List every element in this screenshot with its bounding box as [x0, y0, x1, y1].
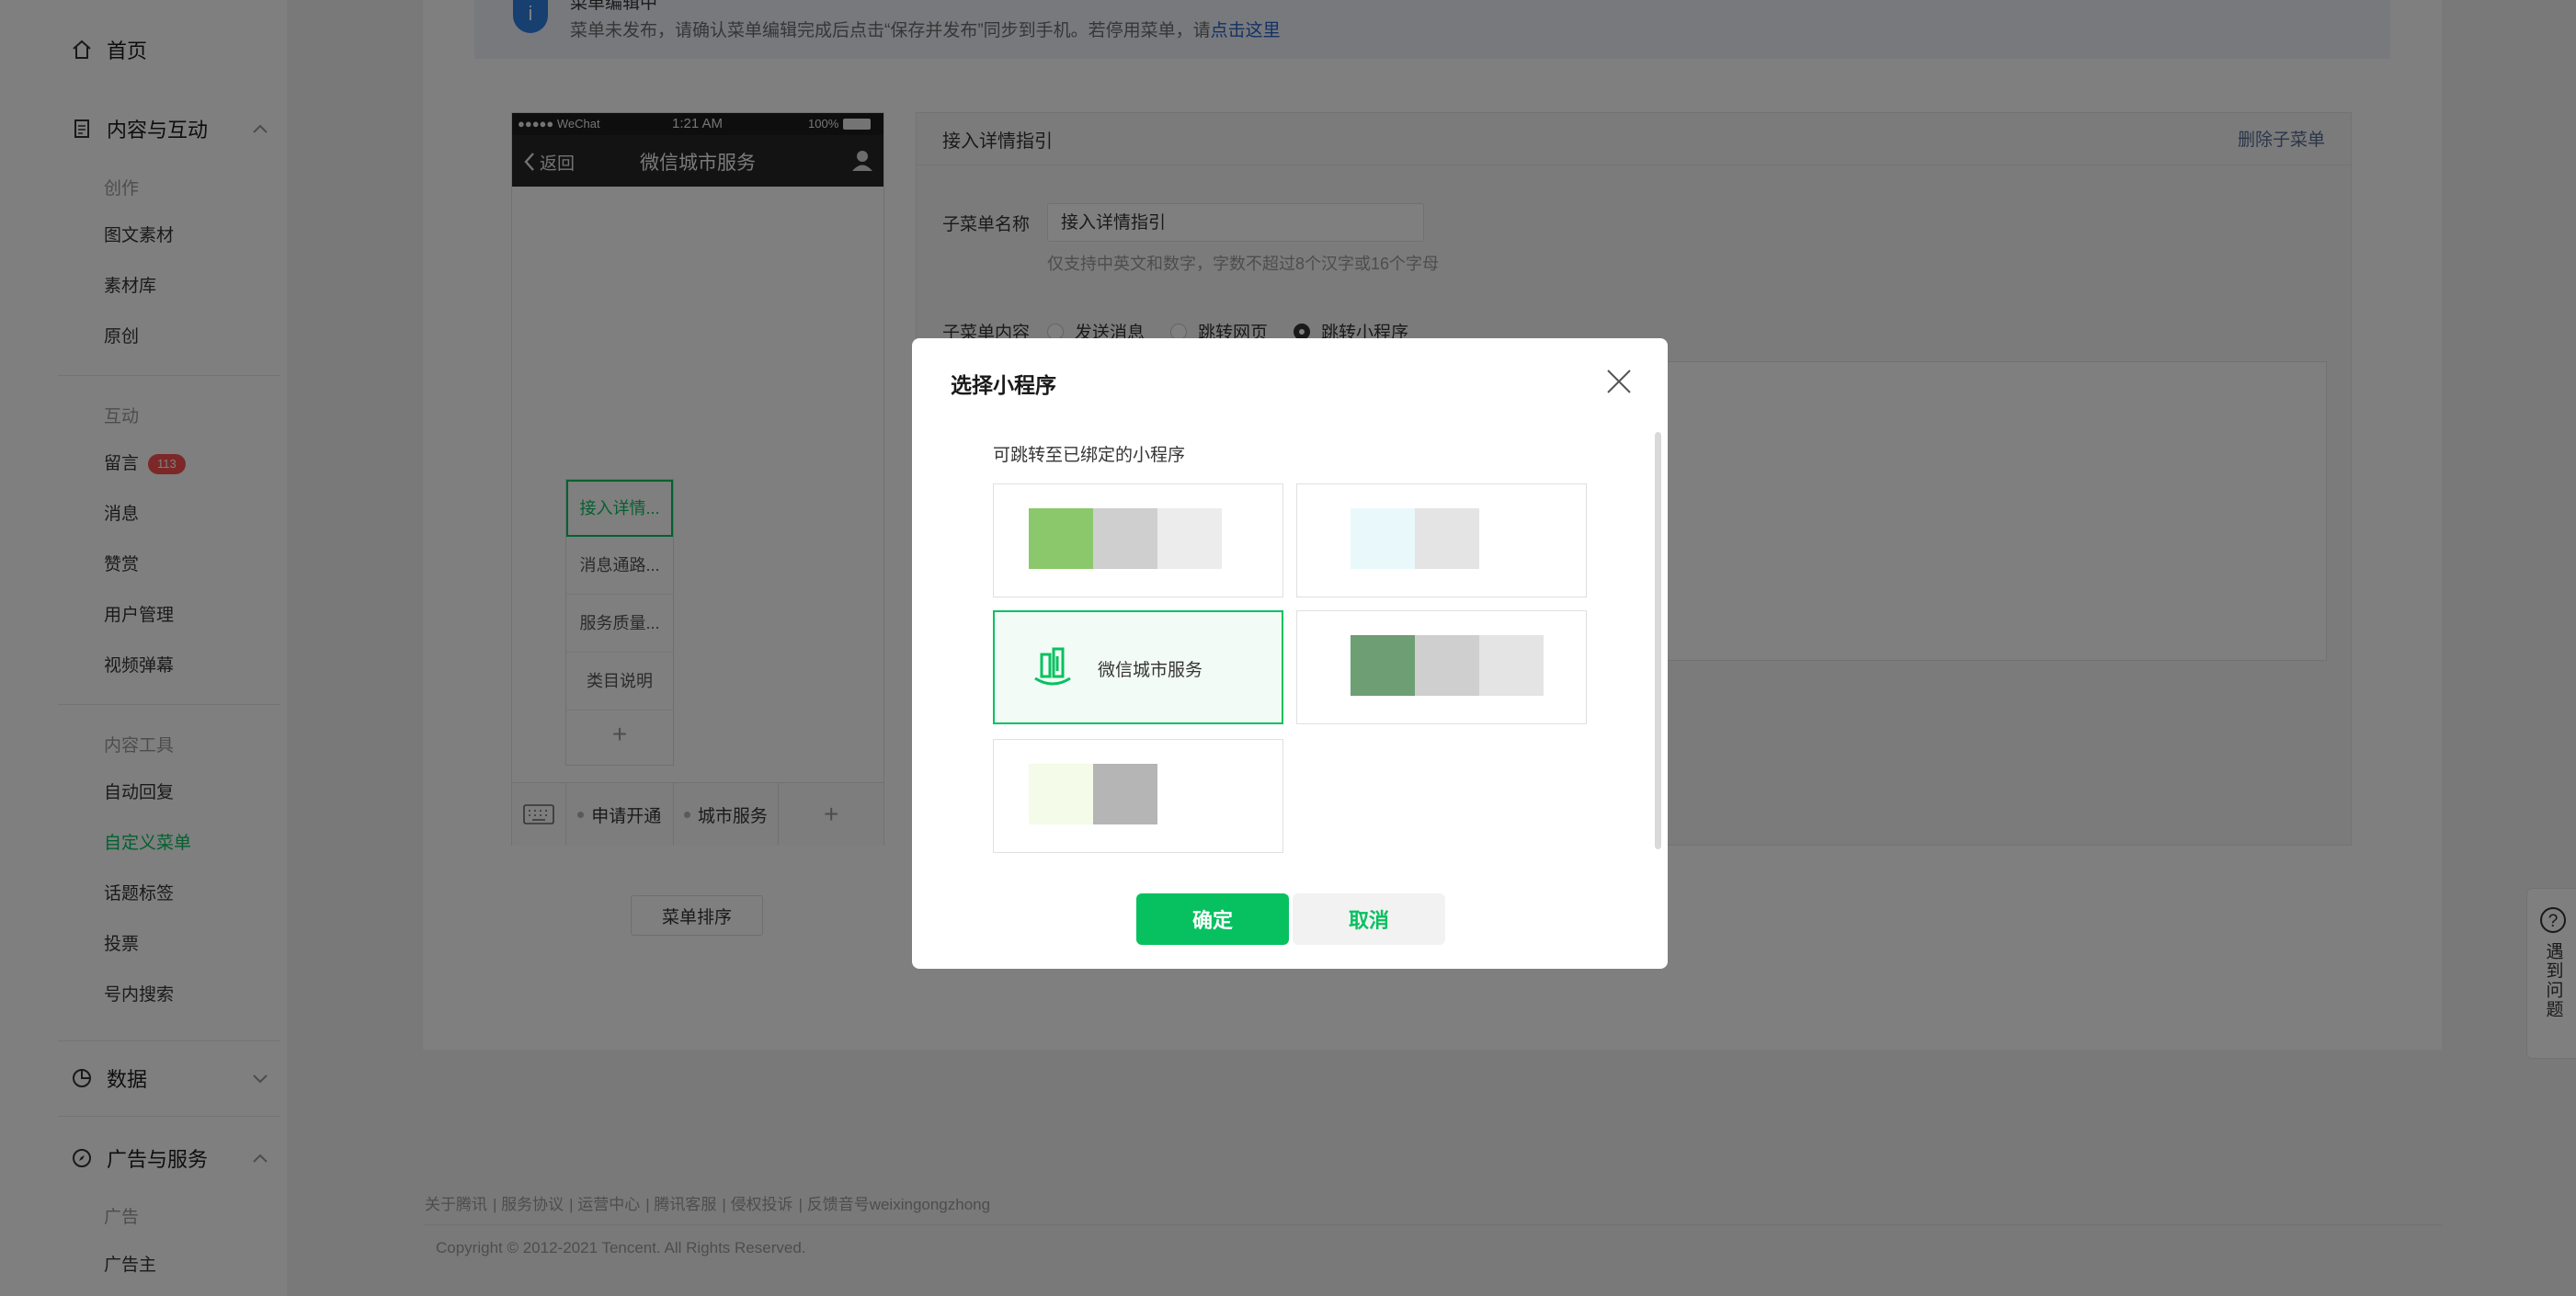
tile-name-blurred: [1157, 508, 1222, 569]
tile-name-blurred: [1415, 508, 1479, 569]
tile-name-blurred: [1093, 508, 1157, 569]
mini-program-tile[interactable]: [1296, 610, 1587, 724]
tile-name-blurred: [1479, 635, 1544, 696]
mini-program-name: 微信城市服务: [1098, 661, 1203, 680]
mini-program-tile[interactable]: [993, 739, 1283, 853]
mini-program-tile[interactable]: [993, 483, 1283, 597]
tile-avatar: [1029, 508, 1093, 569]
tile-name-blurred: [1415, 635, 1479, 696]
dialog-subtitle: 可跳转至已绑定的小程序: [993, 446, 1186, 465]
confirm-button[interactable]: 确定: [1136, 893, 1289, 945]
tile-name-blurred: [1093, 764, 1157, 824]
mini-program-tile-selected[interactable]: 微信城市服务: [993, 610, 1283, 724]
tile-avatar: [1029, 764, 1093, 824]
city-building-icon: [1034, 647, 1071, 686]
mini-program-tile[interactable]: [1296, 483, 1587, 597]
cancel-button[interactable]: 取消: [1293, 893, 1445, 945]
select-mini-program-dialog: 选择小程序 可跳转至已绑定的小程序 微信城市服务 确定 取消: [912, 338, 1668, 969]
tile-avatar: [1351, 635, 1415, 696]
tile-avatar: [1351, 508, 1415, 569]
dialog-scrollbar[interactable]: [1655, 432, 1661, 849]
close-icon[interactable]: [1603, 366, 1635, 397]
dialog-title: 选择小程序: [951, 373, 1056, 397]
